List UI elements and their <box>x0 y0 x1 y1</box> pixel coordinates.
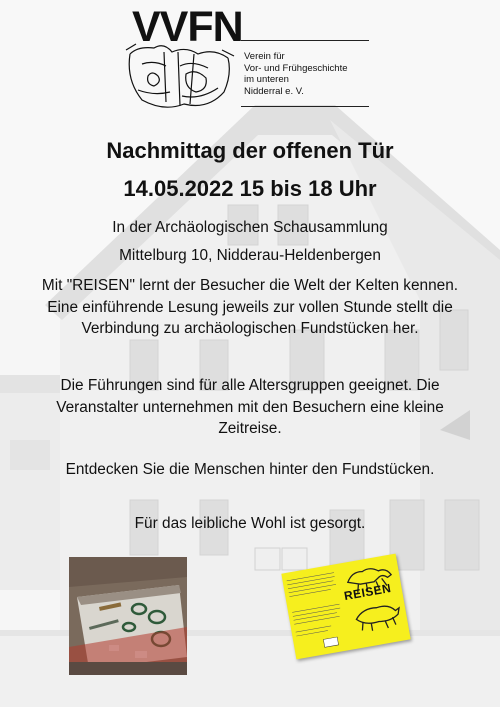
org-line: Vor- und Frühgeschichte <box>244 62 348 74</box>
catering-paragraph: Für das leibliche Wohl ist gesorgt. <box>134 515 366 532</box>
description-paragraph: Mit "REISEN" lernt der Besucher die Welt… <box>41 277 459 337</box>
org-line: Nidderral e. V. <box>244 85 304 97</box>
org-line: im unteren <box>244 74 289 85</box>
vvfn-logo: VVFN Verein für Vor- und Frühgeschichte … <box>124 4 374 108</box>
logo-organization-name: Verein für Vor- und Frühgeschichte im un… <box>244 51 372 97</box>
logo-vessel-icon <box>125 43 235 108</box>
event-date-time: 14.05.2022 15 bis 18 Uhr <box>123 176 377 201</box>
exhibit-showcase-photo <box>69 557 187 675</box>
tours-paragraph: Die Führungen sind für alle Altersgruppe… <box>56 377 444 437</box>
discover-paragraph: Entdecken Sie die Menschen hinter den Fu… <box>65 461 435 478</box>
event-title: Nachmittag der offenen Tür <box>106 138 394 163</box>
org-line: Verein für <box>244 51 285 62</box>
location-address: Mittelburg 10, Nidderau-Heldenbergen <box>119 247 381 264</box>
location-venue: In der Archäologischen Schausammlung <box>112 219 388 236</box>
